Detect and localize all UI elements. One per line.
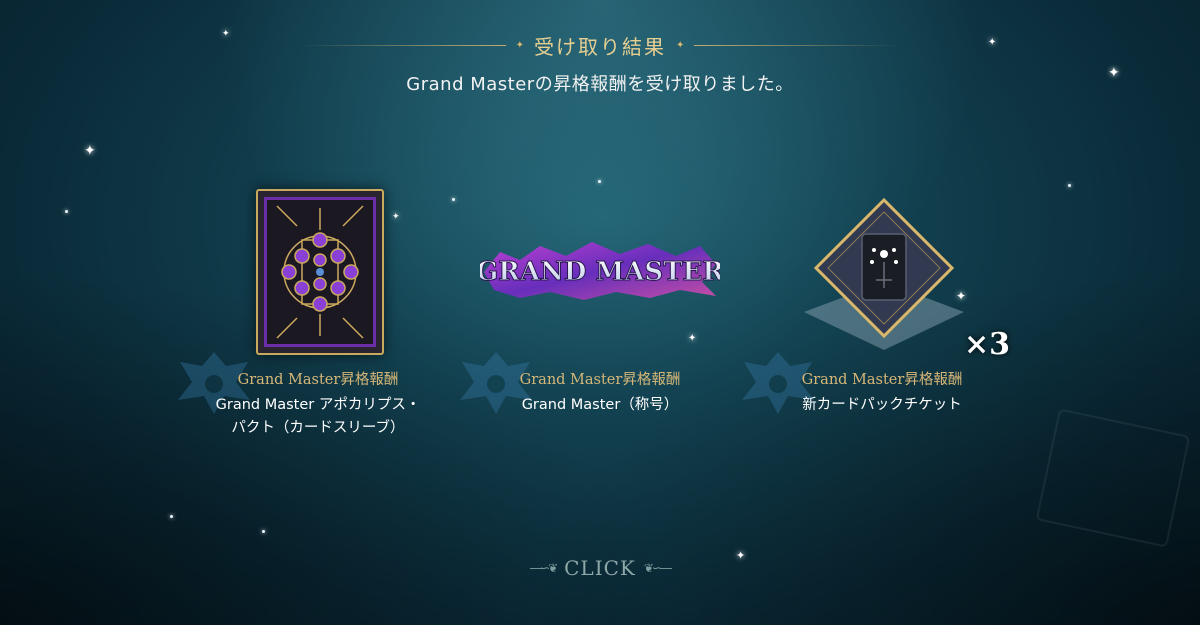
reward-name-line: Grand Master アポカリプス・ — [215, 397, 421, 413]
reward-name: Grand Master（称号） — [450, 394, 750, 417]
ornament-left-icon: ―∽❦ — [530, 561, 558, 575]
star-dot — [65, 210, 68, 213]
header-ornament-icon: ✦ — [676, 39, 685, 51]
sparkle-icon: ✦ — [988, 37, 997, 48]
title-logo-text: GRAND MASTER — [480, 257, 720, 287]
reward-name-line: Grand Master（称号） — [521, 397, 679, 413]
sleeve-pattern — [276, 205, 364, 339]
star-dot — [262, 530, 265, 533]
sparkle-icon: ✦ — [736, 549, 746, 562]
result-header: ✦ 受け取り結果 ✦ — [300, 30, 900, 60]
card-pack-ticket-icon: ×3 — [784, 192, 1010, 362]
title-emblem-icon: GRAND MASTER — [476, 238, 725, 302]
reward-category: Grand Master昇格報酬 — [519, 372, 681, 388]
header-divider-right — [694, 44, 900, 46]
reward-item-ticket: ×3 Grand Master昇格報酬 新カードパックチケット — [732, 180, 1032, 450]
star-dot — [170, 515, 173, 518]
reward-name-line: 新カードパックチケット — [802, 397, 962, 413]
reward-image — [168, 180, 468, 355]
card-sleeve-icon — [256, 189, 384, 355]
reward-item-sleeve: Grand Master昇格報酬 Grand Master アポカリプス・ パク… — [168, 180, 468, 450]
header-divider-left — [300, 44, 506, 46]
reward-name-line: パクト（カードスリーブ） — [231, 420, 405, 436]
sparkle-icon: ✦ — [84, 143, 96, 159]
click-label: CLICK — [564, 556, 636, 580]
click-to-continue-button[interactable]: ―∽❦ CLICK ❦∽― — [490, 555, 710, 581]
result-message: Grand Masterの昇格報酬を受け取りました。 — [406, 74, 794, 95]
reward-category: Grand Master昇格報酬 — [801, 372, 963, 388]
reward-category: Grand Master昇格報酬 — [237, 372, 399, 388]
sparkle-icon: ✦ — [222, 29, 230, 39]
reward-image: ×3 — [732, 180, 1032, 362]
quantity-badge: ×3 — [964, 327, 1011, 362]
ornament-right-icon: ❦∽― — [643, 561, 672, 575]
header-ornament-icon: ✦ — [515, 39, 524, 51]
header-title: 受け取り結果 — [534, 34, 666, 59]
reward-image: GRAND MASTER — [450, 180, 750, 355]
reward-name: Grand Master アポカリプス・ パクト（カードスリーブ） — [168, 394, 468, 440]
star-dot — [1068, 184, 1071, 187]
reward-item-title: GRAND MASTER Grand Master昇格報酬 Grand Mast… — [450, 180, 750, 450]
background-card-outline — [1035, 408, 1191, 548]
reward-name: 新カードパックチケット — [732, 394, 1032, 417]
